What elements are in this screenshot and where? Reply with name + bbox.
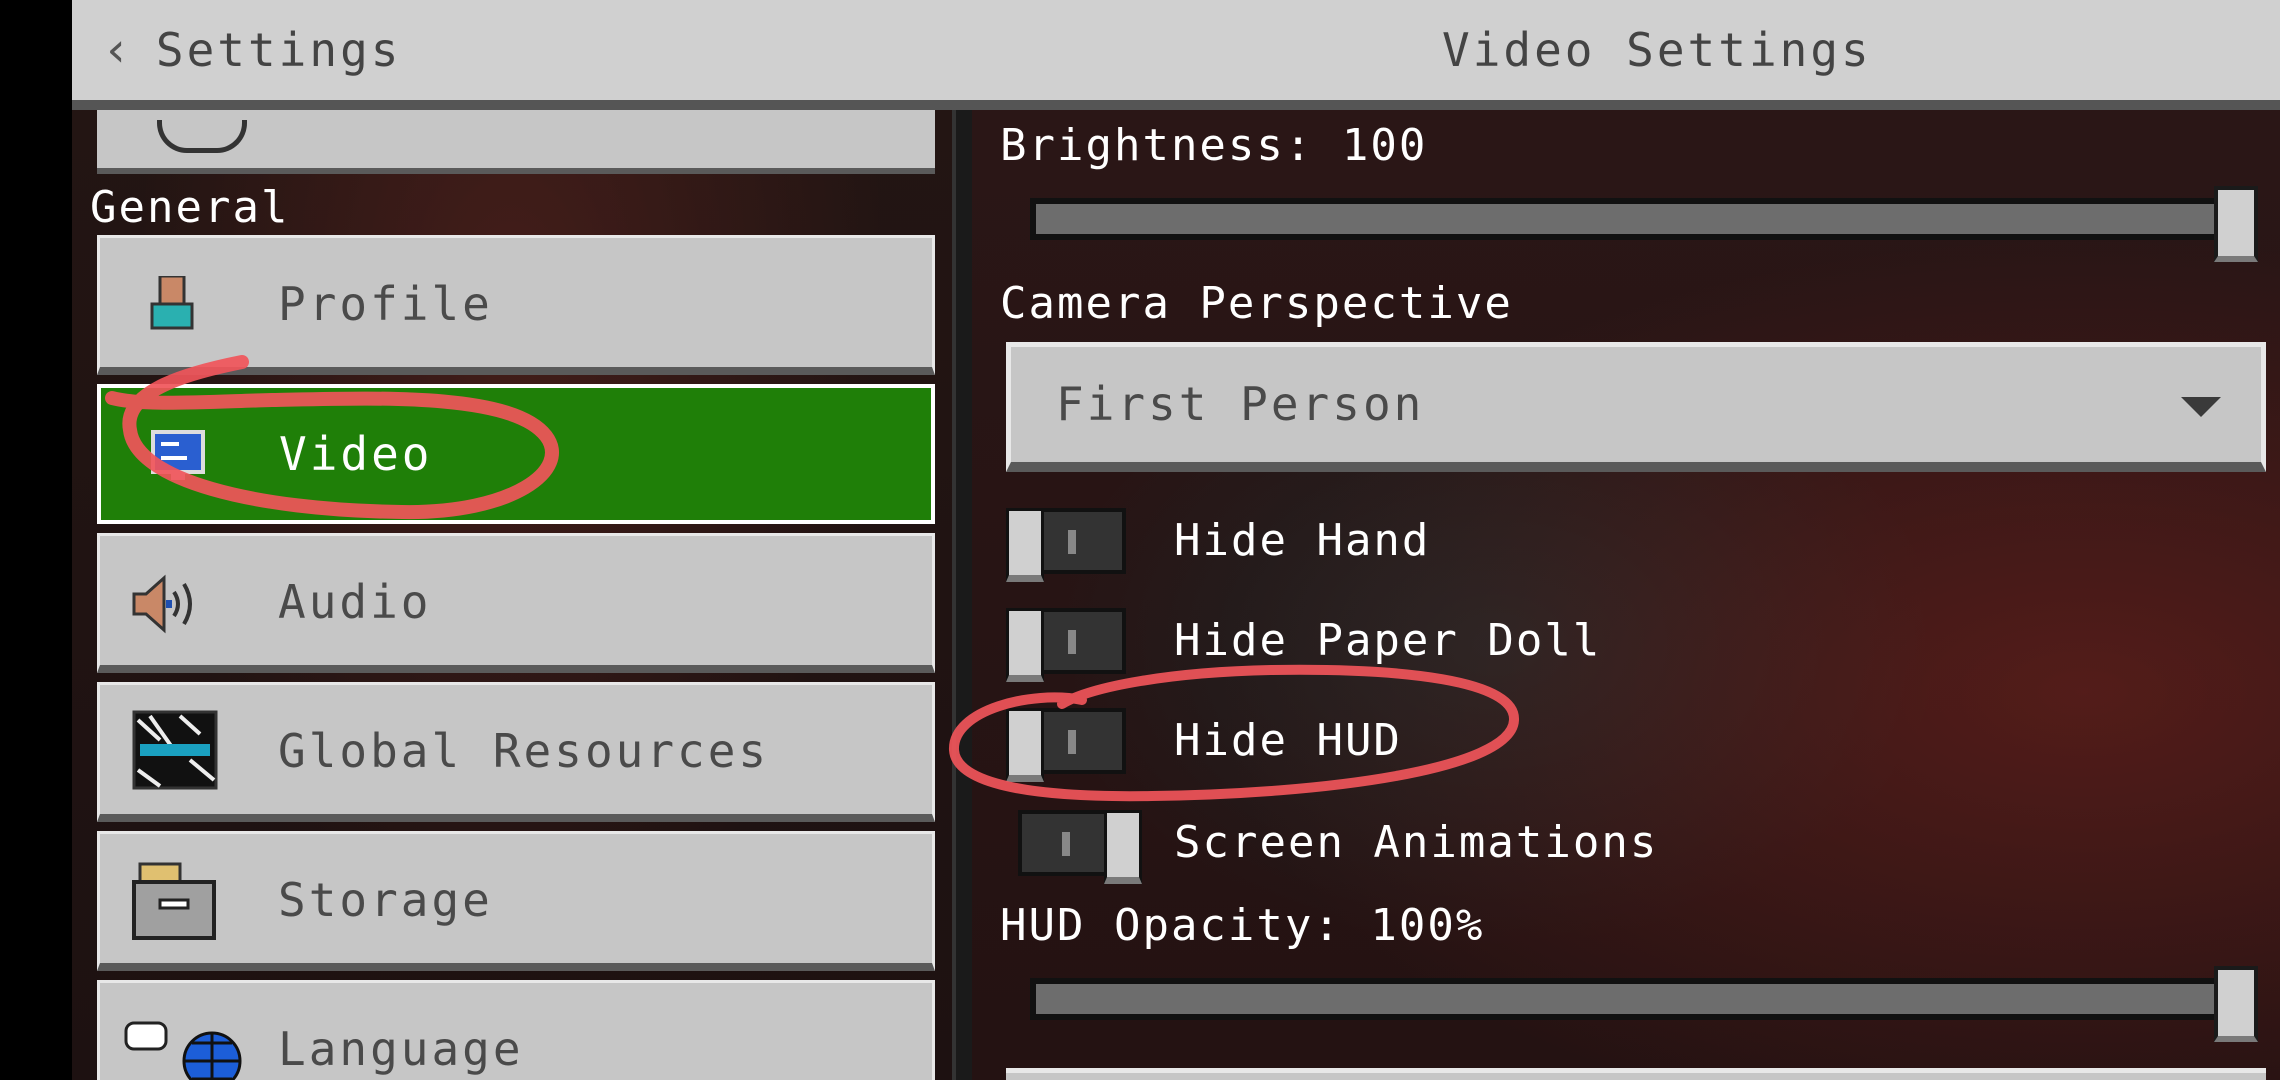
sidebar-item-global-resources[interactable]: Global Resources <box>97 682 935 822</box>
camera-perspective-label: Camera Perspective <box>1000 278 1513 329</box>
sidebar-item-label: Storage <box>278 873 493 927</box>
toggle-mark <box>1068 630 1076 654</box>
back-button[interactable]: ‹ Settings <box>102 18 401 82</box>
sidebar-item-partial[interactable] <box>97 110 935 174</box>
app-window: ‹ Settings Video Settings General Profil… <box>72 0 2280 1080</box>
resource-pack-icon <box>132 710 218 790</box>
brightness-slider-knob[interactable] <box>2214 186 2258 262</box>
hide-hud-label: Hide HUD <box>1174 715 1402 766</box>
screen-animations-toggle[interactable] <box>1018 810 1142 884</box>
settings-sidebar: General Profile Video Audio Global Resou… <box>72 110 952 1080</box>
page-title: Video Settings <box>1442 23 1872 77</box>
toggle-knob <box>1006 608 1044 682</box>
sidebar-item-audio[interactable]: Audio <box>97 533 935 673</box>
sidebar-item-label: Video <box>279 427 433 481</box>
hide-hand-label: Hide Hand <box>1174 515 1431 566</box>
video-settings-panel: Brightness: 100 Camera Perspective First… <box>972 110 2280 1080</box>
toggle-knob <box>1104 810 1142 884</box>
sidebar-item-label: Language <box>278 1022 524 1076</box>
speaker-icon <box>132 574 192 634</box>
toggle-knob <box>1006 508 1044 582</box>
camera-perspective-value: First Person <box>1056 377 1425 431</box>
chevron-down-icon <box>2181 397 2221 417</box>
section-label-general: General <box>90 182 290 233</box>
chevron-left-icon: ‹ <box>102 22 134 78</box>
next-setting-partial[interactable] <box>1006 1068 2266 1080</box>
title-bar: ‹ Settings Video Settings <box>72 0 2280 110</box>
sidebar-item-video[interactable]: Video <box>97 384 935 524</box>
brightness-label: Brightness: 100 <box>1000 120 1428 171</box>
storage-icon <box>132 862 216 940</box>
video-icon <box>151 430 205 480</box>
hide-paper-doll-toggle[interactable] <box>1006 608 1126 682</box>
toggle-mark <box>1062 832 1070 856</box>
toggle-mark <box>1068 530 1076 554</box>
sidebar-item-storage[interactable]: Storage <box>97 831 935 971</box>
toggle-mark <box>1068 730 1076 754</box>
hide-hud-toggle[interactable] <box>1006 708 1126 782</box>
hud-opacity-slider[interactable] <box>1030 966 2258 1042</box>
sidebar-item-label: Profile <box>278 277 493 331</box>
camera-perspective-dropdown[interactable]: First Person <box>1006 342 2266 472</box>
sidebar-item-label: Global Resources <box>278 724 770 778</box>
screen-animations-label: Screen Animations <box>1174 817 1659 868</box>
sidebar-item-label: Audio <box>278 575 432 629</box>
hide-paper-doll-label: Hide Paper Doll <box>1174 615 1602 666</box>
sidebar-item-profile[interactable]: Profile <box>97 235 935 375</box>
controller-icon <box>157 120 247 153</box>
sidebar-item-language[interactable]: Language <box>97 980 935 1080</box>
hide-hand-toggle[interactable] <box>1006 508 1126 582</box>
hud-opacity-label: HUD Opacity: 100% <box>1000 900 1485 951</box>
back-button-label: Settings <box>155 23 402 77</box>
toggle-knob <box>1006 708 1044 782</box>
language-icon <box>124 1021 242 1080</box>
hud-opacity-slider-knob[interactable] <box>2214 966 2258 1042</box>
profile-icon <box>150 276 194 330</box>
brightness-slider[interactable] <box>1030 186 2258 262</box>
